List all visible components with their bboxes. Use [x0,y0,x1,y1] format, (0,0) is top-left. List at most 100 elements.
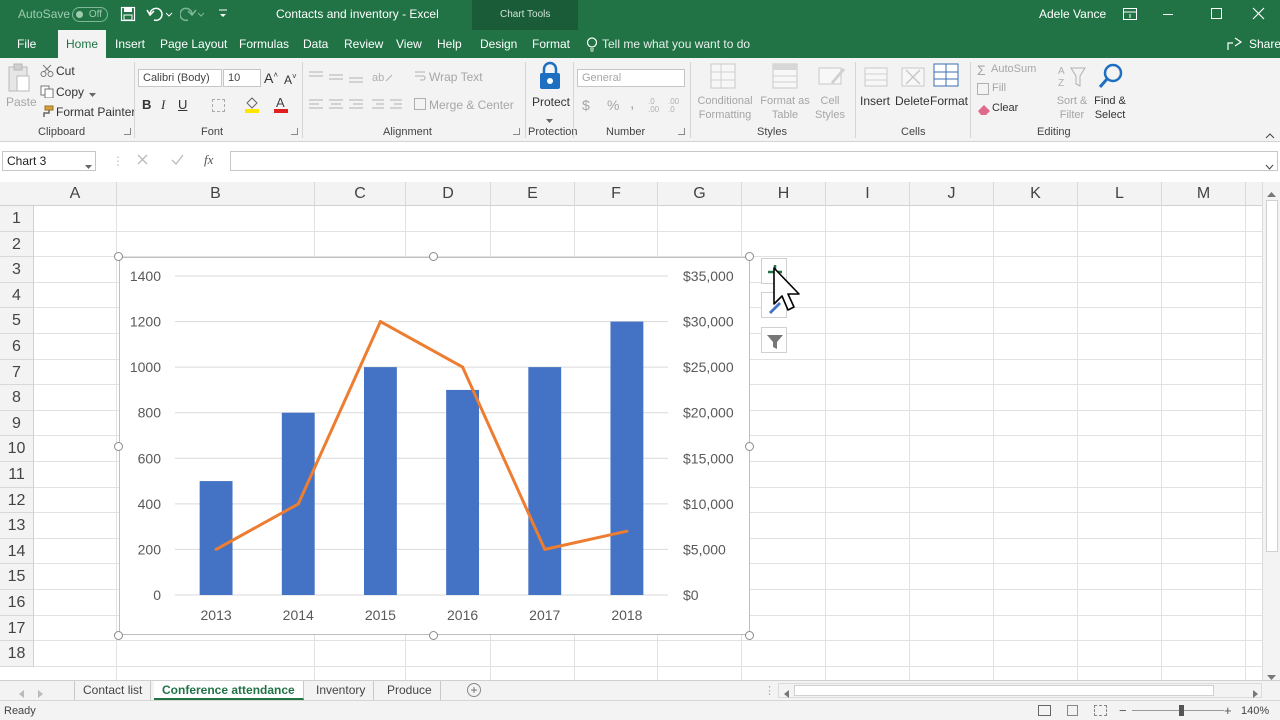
paste-icon[interactable] [7,63,31,96]
sheet-tab-contact-list[interactable]: Contact list [74,681,152,700]
fill-button[interactable]: Fill [992,82,1006,94]
page-break-view-icon[interactable] [1094,705,1107,716]
column-header[interactable]: E [491,182,575,206]
page-layout-view-icon[interactable] [1067,705,1078,716]
customize-quick-access-icon[interactable] [218,5,228,24]
column-header[interactable]: I [826,182,910,206]
name-box-dropdown-icon[interactable] [85,159,92,173]
resize-handle[interactable] [114,442,123,451]
horizontal-scrollbar[interactable] [778,683,1262,698]
ribbon-display-options-icon[interactable] [1123,8,1137,23]
orientation-icon[interactable]: ab [372,70,394,87]
row-header[interactable]: 2 [0,232,34,257]
insert-function-button[interactable]: fx [204,152,213,168]
row-header[interactable]: 5 [0,308,34,334]
normal-view-icon[interactable] [1038,705,1051,716]
tab-design[interactable]: Design [480,30,517,58]
decrease-font-size-icon[interactable]: A˅ [284,72,297,87]
column-header[interactable]: C [315,182,406,206]
name-box[interactable]: Chart 3 [2,151,96,171]
font-size-combo[interactable]: 10 [223,69,261,87]
new-sheet-icon[interactable]: + [467,683,481,697]
cancel-entry-icon[interactable] [137,154,148,168]
autosum-button[interactable]: AutoSum [991,63,1036,75]
delete-cells-button[interactable]: Delete [895,94,930,108]
format-as-table-button[interactable]: Format as Table [756,94,814,122]
sort-filter-button[interactable]: Sort & Filter [1052,94,1092,122]
decimal-icons[interactable]: .0.00.00.0 [648,96,688,117]
chart-filters-button[interactable] [761,327,787,353]
tab-home[interactable]: Home [58,30,107,58]
undo-icon[interactable] [146,5,174,26]
collapse-ribbon-icon[interactable] [1265,128,1275,142]
scroll-left-icon[interactable] [783,687,789,701]
column-header[interactable]: K [994,182,1078,206]
scroll-up-icon[interactable] [1267,186,1276,200]
row-header[interactable]: 1 [0,206,34,232]
formula-input[interactable] [230,151,1278,171]
expand-formula-bar-icon[interactable] [1265,159,1274,173]
save-icon[interactable] [120,6,136,25]
column-header[interactable]: G [658,182,742,206]
row-header[interactable]: 17 [0,616,34,641]
row-header[interactable]: 10 [0,436,34,462]
resize-handle[interactable] [745,252,754,261]
prev-sheet-icon[interactable] [18,687,24,701]
zoom-level[interactable]: 140% [1241,705,1269,717]
tab-format[interactable]: Format [532,30,570,58]
zoom-slider[interactable] [1132,705,1224,716]
share-button[interactable]: Share [1249,30,1280,58]
tab-help[interactable]: Help [437,30,462,58]
minimize-icon[interactable] [1163,14,1173,15]
close-icon[interactable] [1252,7,1265,23]
comma-style-icon[interactable]: , [630,95,634,113]
sheet-tab-conference-attendance[interactable]: Conference attendance [154,681,304,700]
column-header[interactable]: F [575,182,658,206]
column-header[interactable]: B [117,182,315,206]
resize-handle[interactable] [745,631,754,640]
row-header[interactable]: 12 [0,488,34,513]
conditional-formatting-button[interactable]: Conditional Formatting [696,94,754,122]
row-header[interactable]: 14 [0,539,34,564]
chart-combo[interactable]: 0 200 400 600 800 1000 1200 1400 $0 $5,000 $10,000… [119,257,750,635]
column-header[interactable]: H [742,182,826,206]
borders-icon[interactable] [212,99,225,112]
zoom-in-icon[interactable]: + [1224,703,1232,718]
number-launcher-icon[interactable] [678,128,685,135]
find-select-button[interactable]: Find & Select [1088,94,1132,122]
bold-icon[interactable]: B [142,97,151,112]
row-header[interactable]: 9 [0,411,34,436]
row-header[interactable]: 13 [0,513,34,539]
tab-view[interactable]: View [396,30,422,58]
tab-data[interactable]: Data [303,30,328,58]
sheet-tab-produce[interactable]: Produce [379,681,441,700]
row-header[interactable]: 6 [0,334,34,360]
copy-dropdown-icon[interactable] [89,87,96,101]
resize-handle[interactable] [429,252,438,261]
maximize-icon[interactable] [1211,8,1222,19]
autosave-toggle[interactable]: Off [72,7,108,22]
tab-insert[interactable]: Insert [115,30,145,58]
cell-styles-button[interactable]: Cell Styles [810,94,850,122]
alignment-launcher-icon[interactable] [513,128,520,135]
redo-icon[interactable] [179,5,208,26]
tab-formulas[interactable]: Formulas [239,30,289,58]
currency-icon[interactable]: $ [582,97,590,113]
protect-dropdown-icon[interactable] [546,113,553,127]
user-name[interactable]: Adele Vance [1039,7,1106,21]
row-header[interactable]: 15 [0,564,34,590]
tell-me-search[interactable]: Tell me what you want to do [602,30,750,58]
format-painter-button[interactable]: Format Painter [56,105,135,119]
column-header[interactable]: D [406,182,491,206]
italic-icon[interactable]: I [161,97,165,113]
horizontal-scroll-thumb[interactable] [794,685,1214,696]
tab-review[interactable]: Review [344,30,383,58]
wrap-text-button[interactable]: Wrap Text [429,70,483,84]
row-header[interactable]: 18 [0,641,34,667]
column-header[interactable]: M [1162,182,1246,206]
paste-button[interactable]: Paste [6,95,37,109]
percent-icon[interactable]: % [607,97,619,113]
clear-button[interactable]: Clear [992,102,1018,114]
resize-handle[interactable] [429,631,438,640]
protect-button[interactable]: Protect [532,95,570,109]
